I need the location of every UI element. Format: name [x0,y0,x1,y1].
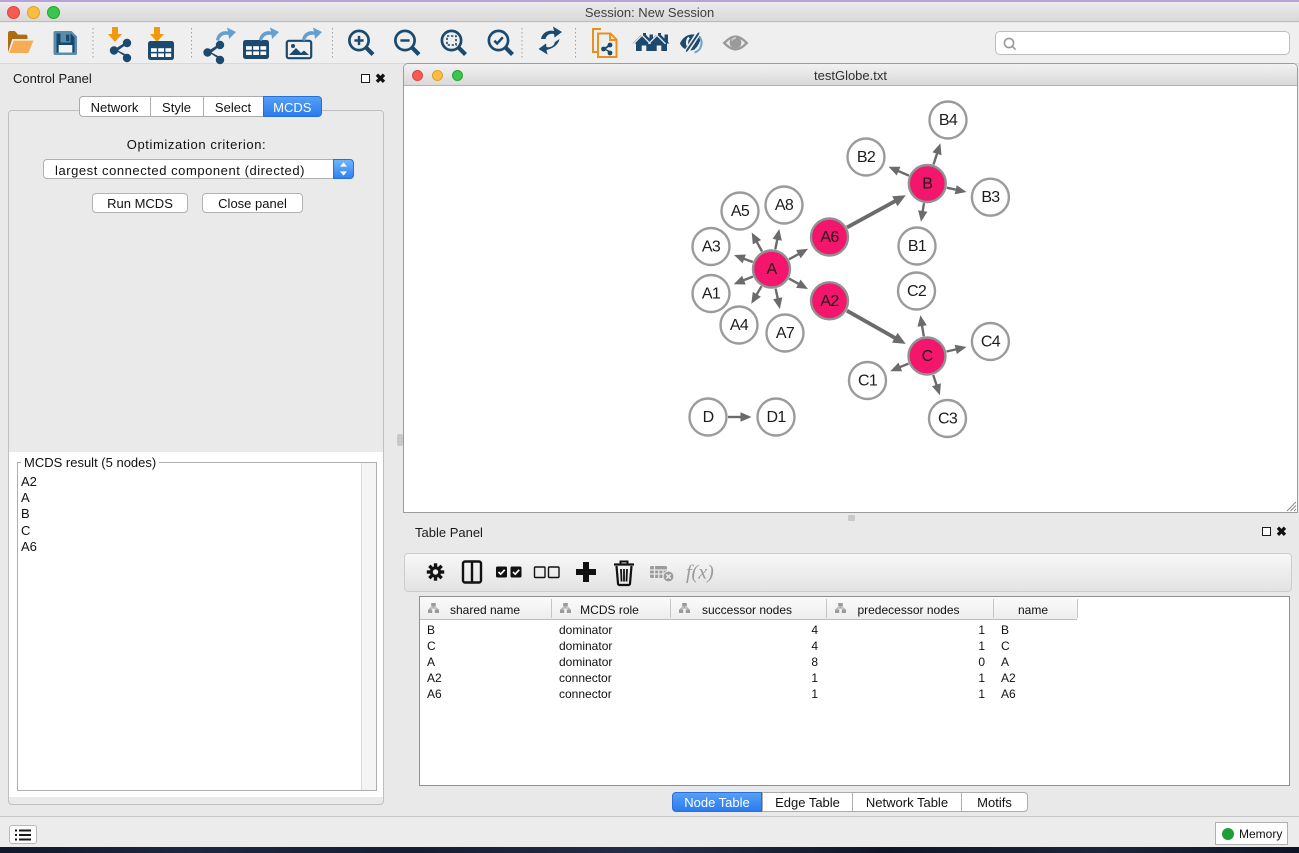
svg-text:A3: A3 [702,239,721,256]
svg-text:D: D [703,409,714,426]
svg-text:A6: A6 [820,229,839,246]
svg-text:A5: A5 [731,203,750,220]
svg-text:f(x): f(x) [686,562,714,584]
svg-text:C2: C2 [907,283,927,300]
svg-text:B3: B3 [981,189,1000,206]
svg-text:C3: C3 [938,411,958,428]
svg-text:A7: A7 [776,325,795,342]
svg-text:B: B [922,176,932,193]
svg-text:D1: D1 [766,409,786,426]
svg-text:B4: B4 [939,112,958,129]
svg-text:B1: B1 [908,238,927,255]
svg-text:B2: B2 [857,149,876,166]
svg-text:A: A [767,261,778,278]
svg-text:A4: A4 [730,317,749,334]
svg-text:A2: A2 [820,293,839,310]
svg-text:A8: A8 [775,197,794,214]
svg-text:A1: A1 [702,286,721,303]
svg-text:C: C [922,348,933,365]
svg-text:C1: C1 [858,373,878,390]
svg-text:C4: C4 [981,334,1001,351]
